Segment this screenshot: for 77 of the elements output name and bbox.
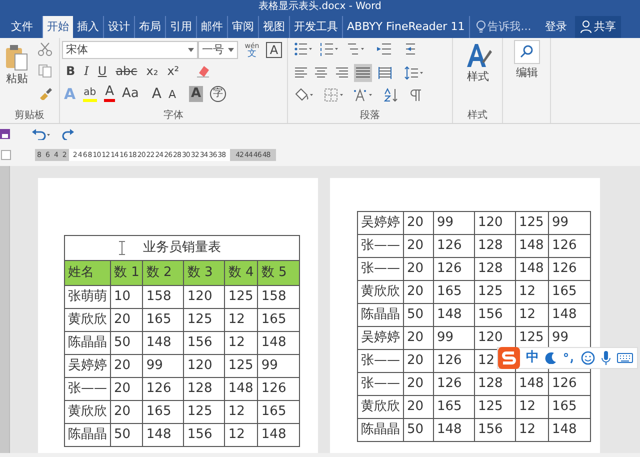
- font-style-button[interactable]: U: [98, 63, 107, 79]
- table-title: 业务员销量表: [64, 236, 300, 260]
- font-style-button[interactable]: B: [66, 63, 76, 79]
- character-border-button[interactable]: A: [266, 42, 282, 58]
- styles-button[interactable]: 样式: [461, 42, 495, 83]
- clipboard-icon[interactable]: [5, 42, 29, 72]
- justify-icon[interactable]: [354, 64, 372, 82]
- eraser-icon[interactable]: [196, 64, 210, 78]
- table-cell: 12: [224, 424, 258, 446]
- group-label: 样式: [468, 108, 488, 122]
- microphone-icon[interactable]: [601, 351, 611, 365]
- font-style-button[interactable]: x²: [167, 63, 180, 79]
- table-cell: 148: [548, 418, 590, 442]
- table-cell: 吴婷婷: [358, 212, 404, 234]
- align-left-icon[interactable]: [294, 66, 308, 80]
- window-title: 表格显示表头.docx - Word: [258, 1, 382, 13]
- borders-icon[interactable]: [324, 88, 344, 102]
- editing-button[interactable]: 编辑: [507, 40, 547, 80]
- punctuation-icon[interactable]: [563, 352, 575, 364]
- table-cell: 156: [474, 418, 516, 442]
- table-cell: 148: [142, 424, 184, 446]
- font-style-button[interactable]: x₂: [146, 63, 158, 79]
- align-right-icon[interactable]: [334, 66, 348, 80]
- letter-brush-icon[interactable]: [464, 42, 492, 70]
- grow-font-button[interactable]: A: [152, 86, 162, 102]
- group-label: 字体: [164, 108, 184, 122]
- change-case-button[interactable]: Aa: [122, 86, 139, 102]
- table-cell: 50: [110, 424, 143, 446]
- table-cell: 148: [434, 418, 474, 442]
- enclose-character-button[interactable]: 字: [210, 86, 226, 102]
- font-color-button[interactable]: A: [104, 85, 115, 102]
- paste-button[interactable]: 粘贴: [2, 42, 32, 85]
- smiley-icon[interactable]: [581, 351, 595, 365]
- s-logo-icon[interactable]: [498, 347, 520, 369]
- person-icon[interactable]: [580, 20, 592, 34]
- align-center-icon[interactable]: [314, 66, 328, 80]
- font-style-button[interactable]: I: [84, 63, 89, 79]
- shrink-font-button[interactable]: A: [168, 88, 176, 102]
- undo-icon[interactable]: [32, 128, 52, 140]
- scissors-icon[interactable]: [38, 42, 52, 56]
- text-cursor-icon[interactable]: [119, 241, 125, 255]
- group-label: 段落: [360, 108, 380, 122]
- tell-me-field[interactable]: 告诉我...: [488, 18, 532, 36]
- font-style-button[interactable]: abc: [116, 63, 138, 79]
- search-icon[interactable]: [514, 40, 540, 64]
- bullets-icon[interactable]: [294, 42, 312, 56]
- font-size-field[interactable]: 一号: [198, 41, 238, 59]
- dropdown-arrow-icon[interactable]: [188, 48, 194, 52]
- table-cell: 50: [404, 418, 434, 442]
- brush-icon[interactable]: [38, 86, 52, 100]
- group-label: 剪贴板: [14, 108, 44, 122]
- dropdown-arrow-icon[interactable]: [228, 48, 234, 52]
- sort-icon[interactable]: [384, 88, 400, 102]
- lightbulb-icon[interactable]: [476, 20, 486, 34]
- show-marks-icon[interactable]: [410, 88, 422, 102]
- table-cell: 148: [258, 424, 300, 446]
- shading-bucket-icon[interactable]: [294, 88, 314, 102]
- save-icon[interactable]: [0, 128, 10, 140]
- line-spacing-icon[interactable]: [404, 66, 424, 80]
- ribbon-tab[interactable]: 开始: [43, 16, 73, 38]
- highlight-button[interactable]: ab: [82, 87, 98, 102]
- character-shading-button[interactable]: A: [188, 86, 204, 102]
- table-cell: 陈晶晶: [64, 424, 110, 446]
- font-name-field[interactable]: 宋体: [62, 41, 198, 59]
- share-button[interactable]: 共享: [575, 16, 622, 38]
- table-cell: 陈晶晶: [358, 418, 404, 442]
- multilevel-list-icon[interactable]: [346, 42, 364, 56]
- decrease-indent-icon[interactable]: [376, 42, 392, 56]
- redo-icon[interactable]: [62, 128, 74, 140]
- keyboard-icon[interactable]: [617, 352, 633, 364]
- sign-in-link[interactable]: 登录: [545, 16, 568, 38]
- table-cell: 12: [516, 418, 548, 442]
- chinese-layout-icon[interactable]: [354, 88, 374, 102]
- numbering-icon[interactable]: [320, 42, 338, 56]
- moon-icon[interactable]: [545, 352, 557, 364]
- table-cell: 156: [184, 424, 225, 446]
- distributed-icon[interactable]: [378, 66, 392, 80]
